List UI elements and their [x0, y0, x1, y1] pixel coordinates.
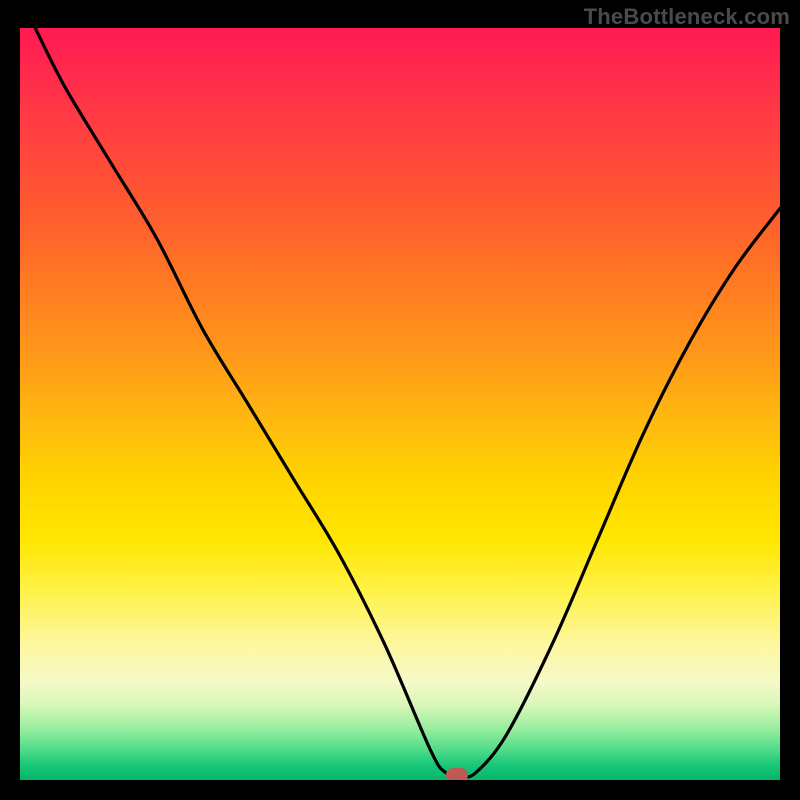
- minimum-marker: [446, 768, 468, 780]
- chart-frame: TheBottleneck.com: [0, 0, 800, 800]
- plot-area: [20, 28, 780, 780]
- watermark-text: TheBottleneck.com: [584, 4, 790, 30]
- bottleneck-curve: [20, 28, 780, 780]
